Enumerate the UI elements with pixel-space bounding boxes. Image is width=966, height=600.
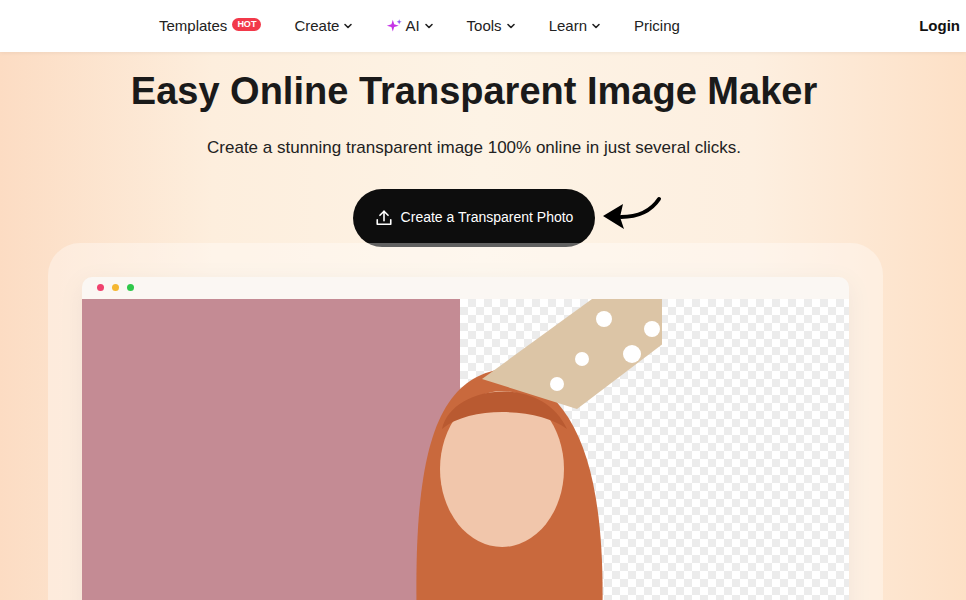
login-link[interactable]: Login bbox=[919, 15, 960, 38]
hero-subtitle: Create a stunning transparent image 100%… bbox=[0, 137, 948, 159]
nav-item-label[interactable]: AI bbox=[405, 15, 419, 38]
nav-item[interactable]: Create bbox=[294, 15, 353, 38]
sparkle-icon bbox=[386, 18, 403, 35]
nav-item[interactable]: Learn bbox=[549, 15, 601, 38]
nav-item-label[interactable]: Learn bbox=[549, 15, 587, 38]
window-dot bbox=[112, 284, 119, 291]
preview-photo bbox=[82, 299, 849, 600]
hot-badge: HOT bbox=[232, 18, 261, 31]
nav-item-label[interactable]: Tools bbox=[467, 15, 502, 38]
create-button-label[interactable]: Create a Transparent Photo bbox=[401, 207, 574, 228]
hero-title: Easy Online Transparent Image Maker bbox=[0, 69, 948, 115]
create-button[interactable]: Create a Transparent Photo bbox=[353, 189, 596, 247]
nav-menu: Templates HOT Create AI Tools Learn Pricing bbox=[159, 15, 680, 38]
original-background bbox=[82, 299, 461, 600]
chevron-down-icon bbox=[591, 21, 601, 31]
arrow-pointer-icon bbox=[599, 195, 663, 235]
girl-photo bbox=[342, 299, 662, 600]
hero: Easy Online Transparent Image Maker Crea… bbox=[0, 52, 966, 600]
window-titlebar bbox=[82, 277, 849, 299]
nav-item-label[interactable]: Create bbox=[294, 15, 339, 38]
nav-item-label[interactable]: Pricing bbox=[634, 15, 680, 38]
cta-area: Create a Transparent Photo bbox=[353, 189, 596, 247]
chevron-down-icon bbox=[506, 21, 516, 31]
nav-item[interactable]: Tools bbox=[467, 15, 516, 38]
top-navbar: Templates HOT Create AI Tools Learn Pricing Lo… bbox=[0, 0, 966, 52]
window-dot bbox=[97, 284, 104, 291]
window-dot bbox=[127, 284, 134, 291]
nav-item-label[interactable]: Templates bbox=[159, 15, 227, 38]
preview-window bbox=[82, 277, 849, 600]
chevron-down-icon bbox=[424, 21, 434, 31]
nav-item[interactable]: Pricing bbox=[634, 15, 680, 38]
nav-item[interactable]: AI bbox=[386, 15, 433, 38]
nav-item[interactable]: Templates HOT bbox=[159, 15, 261, 38]
chevron-down-icon bbox=[343, 21, 353, 31]
upload-icon bbox=[375, 209, 393, 227]
